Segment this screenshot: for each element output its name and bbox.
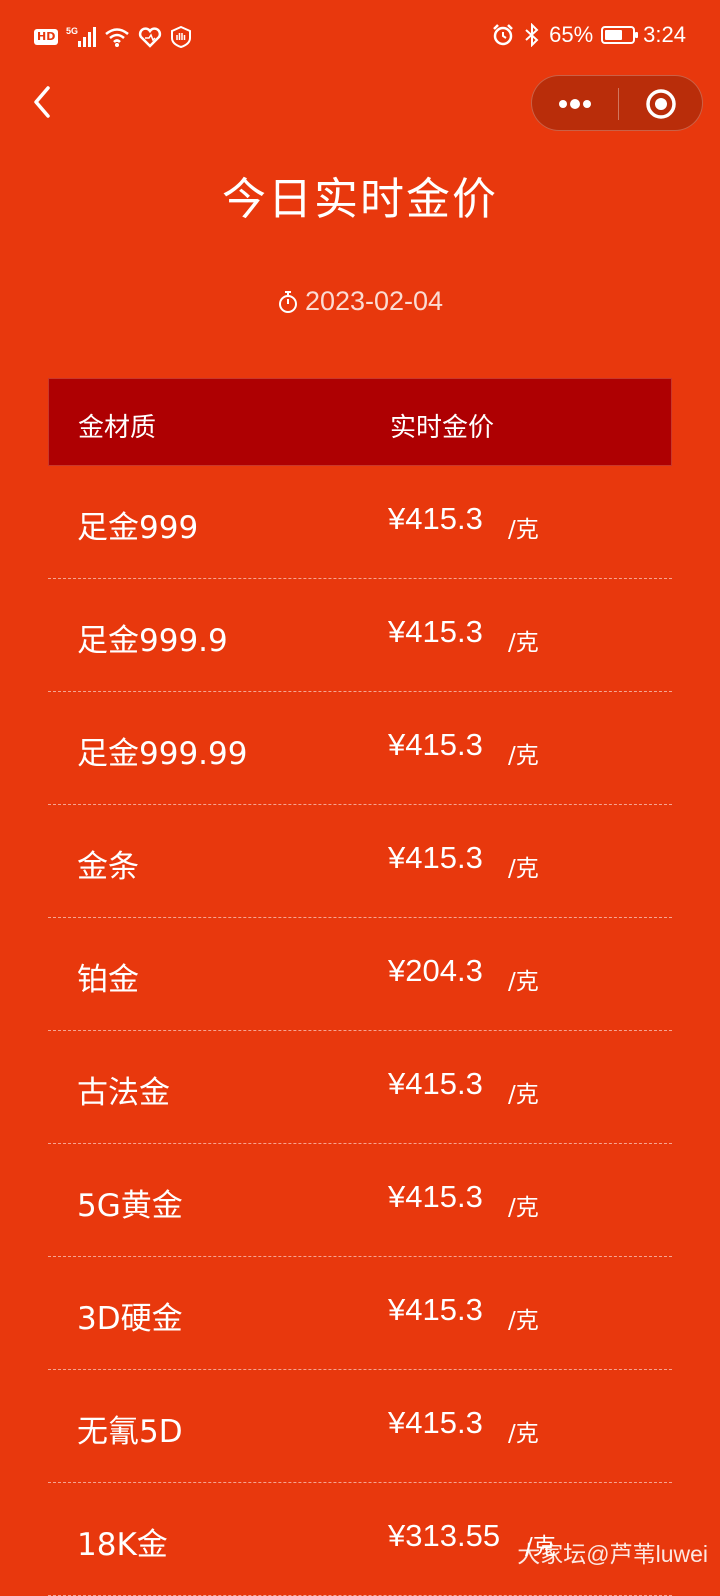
price-unit: /克: [508, 856, 539, 882]
signal-icon: 5G: [66, 26, 97, 47]
alarm-icon: [493, 24, 514, 46]
price-value: ¥415.3: [388, 1405, 483, 1440]
material-name: 铂金: [77, 962, 139, 998]
battery-fill: [605, 30, 623, 40]
table-header: 金材质 实时金价: [48, 378, 672, 466]
hd-badge: HD: [34, 29, 59, 45]
page-title: 今日实时金价: [222, 174, 498, 225]
price-unit: /克: [508, 743, 539, 769]
price-unit: /克: [508, 1308, 539, 1334]
battery-percent: 65%: [549, 22, 594, 47]
table-body: 足金999 ¥415.3/克 足金999.9 ¥415.3/克 足金999.99 ¥415…: [48, 466, 672, 1596]
bluetooth-icon: [525, 23, 539, 47]
more-dots-icon: [559, 99, 591, 109]
gold-price-table: 金材质 实时金价 足金999 ¥415.3/克 足金999.9 ¥415.3/克 足金9…: [48, 378, 672, 1596]
table-row: 足金999.99 ¥415.3/克: [48, 692, 672, 805]
material-name: 5G黄金: [77, 1188, 183, 1224]
clock: 3:24: [643, 22, 686, 47]
table-row: 金条 ¥415.3/克: [48, 805, 672, 918]
header-material: 金材质: [78, 413, 157, 443]
date-text: 2023-02-04: [304, 286, 444, 316]
material-name: 18K金: [77, 1527, 168, 1563]
price-unit: /克: [508, 630, 539, 656]
stopwatch-icon: [278, 290, 297, 313]
mini-program-capsule: [531, 75, 703, 131]
material-name: 足金999.9: [77, 623, 228, 659]
network-label: 5G: [66, 26, 78, 36]
table-row: 足金999 ¥415.3/克: [48, 466, 672, 579]
back-button[interactable]: [24, 82, 64, 122]
date-line: 2023-02-04: [0, 286, 720, 317]
price-unit: /克: [508, 517, 539, 543]
close-button[interactable]: [619, 76, 703, 132]
status-bar: HD 5G 65% 3:24: [0, 0, 720, 80]
price-value: ¥313.55: [388, 1518, 501, 1553]
price-value: ¥204.3: [388, 953, 483, 988]
table-row: 无氰5D ¥415.3/克: [48, 1370, 672, 1483]
watermark: 大家坛@芦苇luwei: [517, 1541, 708, 1567]
price-value: ¥415.3: [388, 501, 483, 536]
table-row: 5G黄金 ¥415.3/克: [48, 1144, 672, 1257]
price-value: ¥415.3: [388, 727, 483, 762]
price-unit: /克: [508, 969, 539, 995]
material-name: 无氰5D: [77, 1414, 183, 1450]
status-left: HD 5G: [34, 26, 192, 48]
material-name: 3D硬金: [77, 1301, 183, 1337]
price-unit: /克: [508, 1082, 539, 1108]
shield-icon: [171, 26, 192, 48]
material-name: 古法金: [77, 1075, 170, 1111]
table-row: 足金999.9 ¥415.3/克: [48, 579, 672, 692]
price-value: ¥415.3: [388, 1179, 483, 1214]
more-button[interactable]: [532, 76, 618, 132]
battery-icon: [601, 26, 639, 44]
table-row: 3D硬金 ¥415.3/克: [48, 1257, 672, 1370]
price-unit: /克: [508, 1195, 539, 1221]
material-name: 足金999.99: [77, 736, 248, 772]
table-row: 铂金 ¥204.3/克: [48, 918, 672, 1031]
status-right: 65% 3:24: [491, 22, 686, 48]
price-value: ¥415.3: [388, 840, 483, 875]
wifi-icon: [105, 28, 130, 47]
table-row: 古法金 ¥415.3/克: [48, 1031, 672, 1144]
price-value: ¥415.3: [388, 1292, 483, 1327]
price-unit: /克: [508, 1421, 539, 1447]
material-name: 足金999: [77, 510, 199, 546]
price-value: ¥415.3: [388, 1066, 483, 1101]
price-value: ¥415.3: [388, 614, 483, 649]
header-price: 实时金价: [390, 413, 495, 443]
material-name: 金条: [77, 849, 139, 885]
heart-icon: [139, 27, 162, 48]
chevron-left-icon: [34, 86, 50, 118]
target-circle-icon: [646, 89, 676, 119]
